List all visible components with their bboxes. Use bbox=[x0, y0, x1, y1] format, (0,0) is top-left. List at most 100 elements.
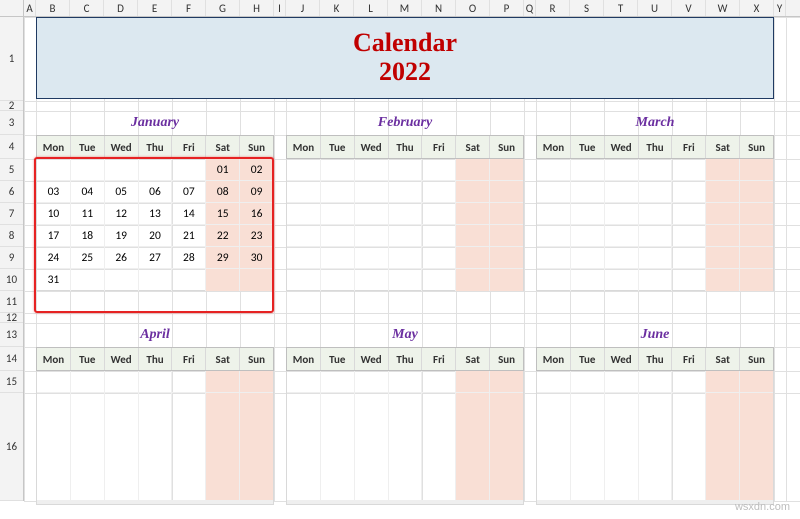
day-cell[interactable] bbox=[740, 159, 773, 181]
column-header-G[interactable]: G bbox=[206, 0, 240, 16]
day-cell[interactable] bbox=[639, 269, 673, 291]
row-header-7[interactable]: 7 bbox=[0, 203, 23, 225]
day-cell[interactable]: 06 bbox=[139, 181, 173, 203]
day-cell[interactable] bbox=[71, 269, 105, 291]
day-cell[interactable]: 20 bbox=[139, 225, 173, 247]
day-cell[interactable] bbox=[422, 371, 456, 393]
day-cell[interactable] bbox=[672, 393, 706, 501]
day-cell[interactable] bbox=[321, 503, 355, 504]
day-cell[interactable] bbox=[105, 159, 139, 181]
day-cell[interactable] bbox=[706, 225, 740, 247]
day-cell[interactable] bbox=[740, 181, 773, 203]
day-cell[interactable] bbox=[355, 159, 389, 181]
day-cell[interactable] bbox=[490, 247, 523, 269]
row-header-4[interactable]: 4 bbox=[0, 135, 23, 159]
day-cell[interactable] bbox=[571, 393, 605, 501]
day-cell[interactable] bbox=[389, 503, 423, 504]
day-cell[interactable]: 16 bbox=[240, 203, 273, 225]
day-cell[interactable] bbox=[355, 371, 389, 393]
day-cell[interactable] bbox=[422, 203, 456, 225]
day-cell[interactable] bbox=[456, 269, 490, 291]
day-cell[interactable] bbox=[605, 181, 639, 203]
day-cell[interactable] bbox=[571, 159, 605, 181]
day-cell[interactable]: 12 bbox=[105, 203, 139, 225]
day-cell[interactable] bbox=[422, 247, 456, 269]
day-cell[interactable] bbox=[605, 393, 639, 501]
day-cell[interactable] bbox=[206, 269, 240, 291]
day-cell[interactable] bbox=[355, 225, 389, 247]
day-cell[interactable] bbox=[605, 269, 639, 291]
day-cell[interactable] bbox=[389, 371, 423, 393]
day-cell[interactable] bbox=[321, 203, 355, 225]
day-cell[interactable]: 28 bbox=[172, 247, 206, 269]
day-cell[interactable] bbox=[321, 247, 355, 269]
day-cell[interactable] bbox=[456, 203, 490, 225]
day-cell[interactable] bbox=[706, 269, 740, 291]
day-cell[interactable] bbox=[321, 371, 355, 393]
day-cell[interactable] bbox=[571, 203, 605, 225]
day-cell[interactable] bbox=[105, 269, 139, 291]
day-cell[interactable] bbox=[37, 159, 71, 181]
day-cell[interactable]: 26 bbox=[105, 247, 139, 269]
day-cell[interactable] bbox=[172, 393, 206, 501]
row-header-12[interactable]: 12 bbox=[0, 313, 23, 323]
day-cell[interactable] bbox=[389, 225, 423, 247]
row-header-6[interactable]: 6 bbox=[0, 181, 23, 203]
day-cell[interactable] bbox=[639, 371, 673, 393]
column-header-S[interactable]: S bbox=[570, 0, 604, 16]
day-cell[interactable] bbox=[287, 203, 321, 225]
row-header-2[interactable]: 2 bbox=[0, 101, 23, 111]
day-cell[interactable] bbox=[672, 203, 706, 225]
column-header-O[interactable]: O bbox=[456, 0, 490, 16]
day-cell[interactable] bbox=[456, 225, 490, 247]
row-header-10[interactable]: 10 bbox=[0, 269, 23, 291]
day-cell[interactable] bbox=[672, 181, 706, 203]
day-cell[interactable] bbox=[240, 393, 273, 501]
day-cell[interactable] bbox=[672, 225, 706, 247]
day-cell[interactable]: 19 bbox=[105, 225, 139, 247]
day-cell[interactable] bbox=[355, 503, 389, 504]
day-cell[interactable] bbox=[537, 225, 571, 247]
day-cell[interactable] bbox=[490, 503, 523, 504]
column-header-Q[interactable]: Q bbox=[524, 0, 536, 16]
day-cell[interactable] bbox=[139, 159, 173, 181]
day-cell[interactable]: 27 bbox=[139, 247, 173, 269]
day-cell[interactable] bbox=[490, 371, 523, 393]
day-cell[interactable] bbox=[355, 181, 389, 203]
row-header-8[interactable]: 8 bbox=[0, 225, 23, 247]
day-cell[interactable]: 02 bbox=[240, 159, 273, 181]
day-cell[interactable] bbox=[639, 393, 673, 501]
day-cell[interactable] bbox=[456, 503, 490, 504]
day-cell[interactable] bbox=[355, 393, 389, 501]
day-cell[interactable] bbox=[287, 225, 321, 247]
day-cell[interactable] bbox=[456, 371, 490, 393]
day-cell[interactable] bbox=[605, 225, 639, 247]
day-cell[interactable] bbox=[321, 393, 355, 501]
day-cell[interactable] bbox=[537, 247, 571, 269]
day-cell[interactable]: 15 bbox=[206, 203, 240, 225]
day-cell[interactable] bbox=[456, 181, 490, 203]
day-cell[interactable]: 05 bbox=[105, 181, 139, 203]
day-cell[interactable] bbox=[571, 225, 605, 247]
day-cell[interactable] bbox=[639, 203, 673, 225]
row-header-13[interactable]: 13 bbox=[0, 323, 23, 347]
column-header-Y[interactable]: Y bbox=[774, 0, 786, 16]
day-cell[interactable] bbox=[537, 393, 571, 501]
day-cell[interactable] bbox=[740, 225, 773, 247]
day-cell[interactable] bbox=[287, 269, 321, 291]
day-cell[interactable] bbox=[172, 269, 206, 291]
column-header-A[interactable]: A bbox=[24, 0, 36, 16]
day-cell[interactable] bbox=[639, 181, 673, 203]
column-header-L[interactable]: L bbox=[354, 0, 388, 16]
day-cell[interactable] bbox=[706, 247, 740, 269]
day-cell[interactable] bbox=[389, 247, 423, 269]
day-cell[interactable] bbox=[389, 159, 423, 181]
column-header-P[interactable]: P bbox=[490, 0, 524, 16]
column-header-U[interactable]: U bbox=[638, 0, 672, 16]
day-cell[interactable] bbox=[71, 393, 105, 501]
day-cell[interactable] bbox=[172, 503, 206, 504]
day-cell[interactable] bbox=[206, 371, 240, 393]
day-cell[interactable] bbox=[287, 159, 321, 181]
day-cell[interactable] bbox=[422, 181, 456, 203]
day-cell[interactable] bbox=[321, 181, 355, 203]
